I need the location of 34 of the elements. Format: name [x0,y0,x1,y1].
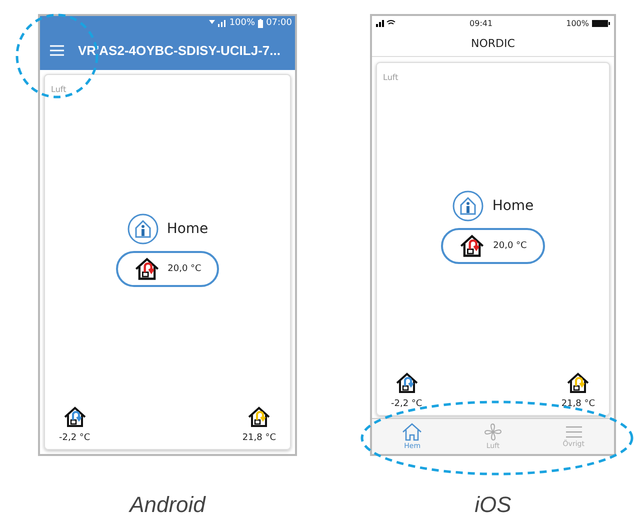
menu-icon [564,425,583,439]
house-icon [459,232,486,258]
figure-caption: iOS [474,492,512,518]
card-title: Luft [51,85,68,94]
person-house-icon [452,190,484,222]
house-icon [247,405,272,429]
figure-caption: Android [130,492,206,518]
supply-temperature: 21,8 °C [242,433,276,443]
house-icon [62,405,87,429]
battery-icon [258,18,264,28]
outdoor-temperature: -2,2 °C [391,399,422,409]
battery-icon [592,20,610,26]
person-house-icon [126,212,159,244]
battery-level: 100% [229,18,256,28]
app-title: VR'AS2-4OYBC-SDISY-UCILJ-7... [78,42,280,58]
clock: 09:41 [470,18,493,28]
house-icon [566,371,590,395]
temperature-button[interactable]: 20,0 °C [116,250,220,286]
signal-icon [208,19,226,27]
battery-level: 100% [566,18,589,28]
card-title: Luft [383,73,400,82]
mode-label: Home [166,220,208,236]
mode-label: Home [492,198,534,214]
app-title: NORDIC [471,36,515,50]
menu-icon[interactable] [50,44,64,56]
supply-temperature: 21,8 °C [561,399,595,409]
house-icon [134,256,160,282]
temperature-button[interactable]: 20,0 °C [441,228,545,264]
signal-icon [376,19,396,27]
house-icon [394,371,419,395]
fan-icon [484,423,502,441]
clock: 07:00 [266,18,292,28]
outdoor-temperature: -2,2 °C [59,433,90,443]
home-icon [402,423,422,441]
